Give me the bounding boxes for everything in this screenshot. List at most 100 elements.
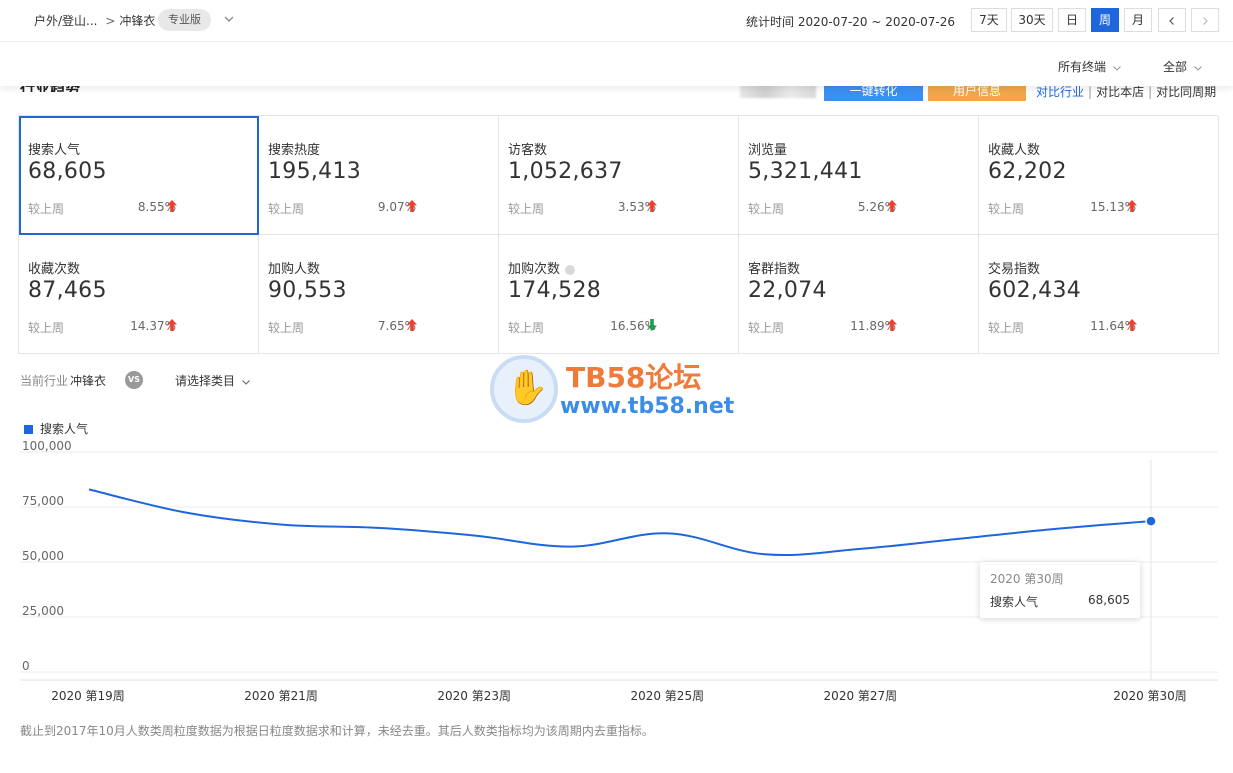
metric-label-text: 收藏次数 xyxy=(28,262,81,277)
top-bar: 户外/登山... > 冲锋衣 专业版 统计时间 2020-07-20 ~ 2020… xyxy=(0,0,1233,42)
metric-card[interactable]: 搜索人气 68,605 较上周 8.55% xyxy=(19,116,259,235)
edition-badge: 专业版 xyxy=(158,9,211,31)
legend-label: 搜索人气 xyxy=(40,422,89,436)
metric-compare-label: 较上周 xyxy=(268,202,305,216)
scope-select[interactable]: 全部 xyxy=(1163,58,1203,75)
legend-swatch xyxy=(24,425,33,434)
metric-card[interactable]: 访客数 1,052,637 较上周 3.53% xyxy=(499,116,739,235)
tooltip-series-name: 搜索人气 xyxy=(990,595,1039,609)
metric-card[interactable]: 收藏次数 87,465 较上周 14.37% xyxy=(19,235,259,354)
filter-bar: 所有终端 全部 xyxy=(0,42,1233,86)
metric-value: 22,074 xyxy=(748,278,827,303)
series-line-search-popularity xyxy=(88,488,1152,557)
range-button-month[interactable]: 月 xyxy=(1124,8,1152,32)
y-tick-label: 25,000 xyxy=(22,604,64,618)
arrow-up-icon xyxy=(407,319,417,331)
range-button-7d[interactable]: 7天 xyxy=(971,8,1007,32)
metric-card[interactable]: 搜索热度 195,413 较上周 9.07% xyxy=(259,116,499,235)
metric-value: 90,553 xyxy=(268,278,347,303)
category-select[interactable]: 请选择类目 xyxy=(175,372,251,389)
y-tick-label: 0 xyxy=(22,659,30,673)
metric-compare-label: 较上周 xyxy=(508,321,545,335)
range-button-30d[interactable]: 30天 xyxy=(1011,8,1053,32)
metric-label-text: 加购次数 xyxy=(508,262,561,277)
next-period-button[interactable] xyxy=(1191,8,1219,32)
chevron-down-icon xyxy=(1113,65,1121,71)
breadcrumb-category[interactable]: 户外/登山... xyxy=(34,14,98,28)
metric-label: 加购次数 xyxy=(508,258,576,277)
compare-store-link[interactable]: 对比本店 xyxy=(1096,85,1144,99)
arrow-up-icon xyxy=(1127,319,1137,331)
metric-label: 搜索热度 xyxy=(268,139,320,158)
metric-card[interactable]: 浏览量 5,321,441 较上周 5.26% xyxy=(739,116,979,235)
metric-compare-label: 较上周 xyxy=(268,321,305,335)
terminal-select[interactable]: 所有终端 xyxy=(1058,58,1122,75)
scope-select-value: 全部 xyxy=(1163,60,1188,74)
metric-card[interactable]: 交易指数 602,434 较上周 11.64% xyxy=(979,235,1219,354)
arrow-up-icon xyxy=(887,319,897,331)
arrow-up-icon xyxy=(167,319,177,331)
metric-label-text: 交易指数 xyxy=(988,262,1041,277)
metric-label-text: 浏览量 xyxy=(748,143,788,158)
metric-label-text: 搜索热度 xyxy=(268,143,321,158)
metric-label-text: 客群指数 xyxy=(748,262,801,277)
chart-tooltip: 2020 第30周 搜索人气 68,605 xyxy=(980,562,1140,618)
metric-compare-label: 较上周 xyxy=(748,321,785,335)
metric-label: 加购人数 xyxy=(268,258,320,277)
convert-button[interactable]: 一键转化 xyxy=(824,84,923,101)
metric-grid: 搜索人气 68,605 较上周 8.55% 搜索热度 195,413 较上周 9.07% 访客数… xyxy=(18,115,1219,354)
x-tick-label: 2020 第21周 xyxy=(244,689,318,703)
current-industry-label: 当前行业 xyxy=(20,374,69,388)
category-select-placeholder: 请选择类目 xyxy=(175,374,236,388)
chevron-down-icon xyxy=(1194,65,1202,71)
x-tick-label: 2020 第25周 xyxy=(630,689,704,703)
metric-card[interactable]: 客群指数 22,074 较上周 11.89% xyxy=(739,235,979,354)
chart-legend[interactable]: 搜索人气 xyxy=(24,420,88,437)
arrow-up-icon xyxy=(407,200,417,212)
metric-label: 访客数 xyxy=(508,139,547,158)
prev-period-button[interactable] xyxy=(1158,8,1186,32)
user-info-button[interactable]: 用户信息 xyxy=(928,84,1026,101)
arrow-up-icon xyxy=(1127,200,1137,212)
watermark-url: www.tb58.net xyxy=(560,394,735,419)
footnote: 截止到2017年10月人数类周粒度数据为根据日粒度数据求和计算，未经去重。其后人… xyxy=(20,724,654,738)
metric-compare-label: 较上周 xyxy=(28,321,65,335)
current-industry-value: 冲锋衣 xyxy=(70,374,107,388)
breadcrumb-item[interactable]: 冲锋衣 xyxy=(119,14,155,28)
tooltip-value: 68,605 xyxy=(1088,593,1130,607)
metric-value: 87,465 xyxy=(28,278,107,303)
arrow-up-icon xyxy=(167,200,177,212)
breadcrumb: 户外/登山... > 冲锋衣 xyxy=(34,12,155,29)
arrow-up-icon xyxy=(887,200,897,212)
chevron-right-icon xyxy=(1203,16,1208,25)
metric-label: 交易指数 xyxy=(988,258,1040,277)
chevron-down-icon[interactable] xyxy=(222,12,236,26)
range-button-week[interactable]: 周 xyxy=(1091,8,1119,32)
metric-label-text: 加购人数 xyxy=(268,262,321,277)
x-tick-label: 2020 第30周 xyxy=(1113,689,1187,703)
metric-compare-label: 较上周 xyxy=(28,202,65,216)
highlighted-data-point xyxy=(1145,515,1157,527)
metric-label-text: 搜索人气 xyxy=(28,143,81,158)
metric-label: 浏览量 xyxy=(748,139,787,158)
terminal-select-value: 所有终端 xyxy=(1058,60,1107,74)
metric-compare-label: 较上周 xyxy=(988,321,1025,335)
hand-icon: ✋ xyxy=(506,368,549,408)
metric-card[interactable]: 加购次数 174,528 较上周 16.56% xyxy=(499,235,739,354)
arrow-down-icon xyxy=(647,319,657,331)
metric-value: 5,321,441 xyxy=(748,159,863,184)
range-button-day[interactable]: 日 xyxy=(1058,8,1086,32)
compare-industry-link[interactable]: 对比行业 xyxy=(1036,85,1084,99)
metric-compare-label: 较上周 xyxy=(748,202,785,216)
y-tick-label: 75,000 xyxy=(22,494,64,508)
metric-card[interactable]: 收藏人数 62,202 较上周 15.13% xyxy=(979,116,1219,235)
compare-period-link[interactable]: 对比同周期 xyxy=(1156,85,1216,99)
metric-card[interactable]: 加购人数 90,553 较上周 7.65% xyxy=(259,235,499,354)
metric-label-text: 访客数 xyxy=(508,143,548,158)
metric-value: 602,434 xyxy=(988,278,1082,303)
info-icon[interactable] xyxy=(565,264,576,275)
breadcrumb-separator: > xyxy=(105,14,116,28)
metric-value: 195,413 xyxy=(268,159,362,184)
x-tick-label: 2020 第23周 xyxy=(437,689,511,703)
watermark-title: TB58论坛 xyxy=(566,361,702,394)
